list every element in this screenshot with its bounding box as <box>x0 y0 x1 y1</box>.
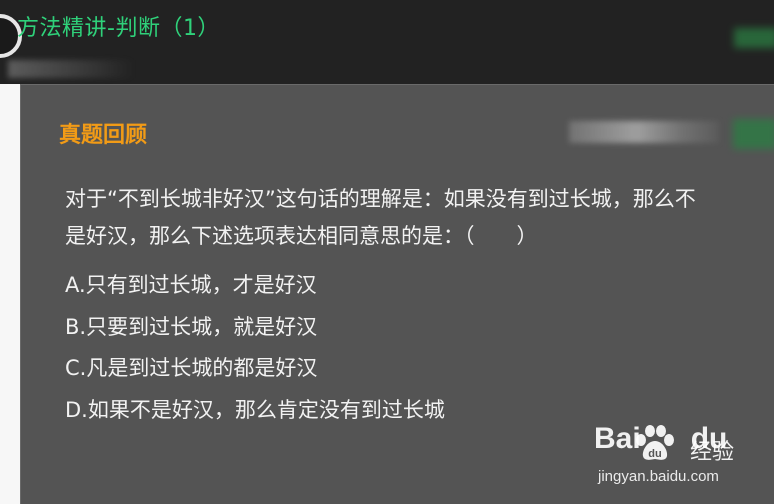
question-text: 对于“不到长城非好汉”这句话的理解是：如果没有到过长城，那么不 是好汉，那么下述… <box>65 181 774 255</box>
left-margin-strip <box>0 84 20 504</box>
question-line: 是好汉，那么下述选项表达相同意思的是：（ ） <box>65 224 538 248</box>
question-line: 对于“不到长城非好汉”这句话的理解是：如果没有到过长城，那么不 <box>65 187 696 211</box>
baidu-paw-icon: du <box>636 425 674 460</box>
jingyan-url: jingyan.baidu.com <box>598 468 719 485</box>
section-title: 真题回顾 <box>59 123 148 148</box>
answer-options: A.只有到过长城，才是好汉 B.只要到过长城，就是好汉 C.凡是到过长城的都是好… <box>65 265 445 431</box>
screenshot-root: 方法精讲-判断（1） 真题回顾 对于“不到长城非好汉”这句话的理解是：如果没有到… <box>0 0 774 504</box>
svg-text:du: du <box>648 448 661 460</box>
blurred-logo <box>733 119 774 149</box>
option-d[interactable]: D.如果不是好汉，那么肯定没有到过长城 <box>65 390 445 432</box>
video-header-bar: 方法精讲-判断（1） <box>0 0 774 84</box>
jingyan-label: 经验 <box>690 440 735 465</box>
blurred-badge <box>734 28 774 48</box>
lesson-title: 方法精讲-判断（1） <box>17 16 220 41</box>
option-a[interactable]: A.只有到过长城，才是好汉 <box>65 265 445 307</box>
blurred-watermark <box>569 121 719 143</box>
option-b[interactable]: B.只要到过长城，就是好汉 <box>65 307 445 349</box>
baidu-jingyan-watermark: Bai du du 经验 jingyan.baidu.com <box>594 422 764 492</box>
option-c[interactable]: C.凡是到过长城的都是好汉 <box>65 348 445 390</box>
blurred-subtitle <box>8 60 134 78</box>
